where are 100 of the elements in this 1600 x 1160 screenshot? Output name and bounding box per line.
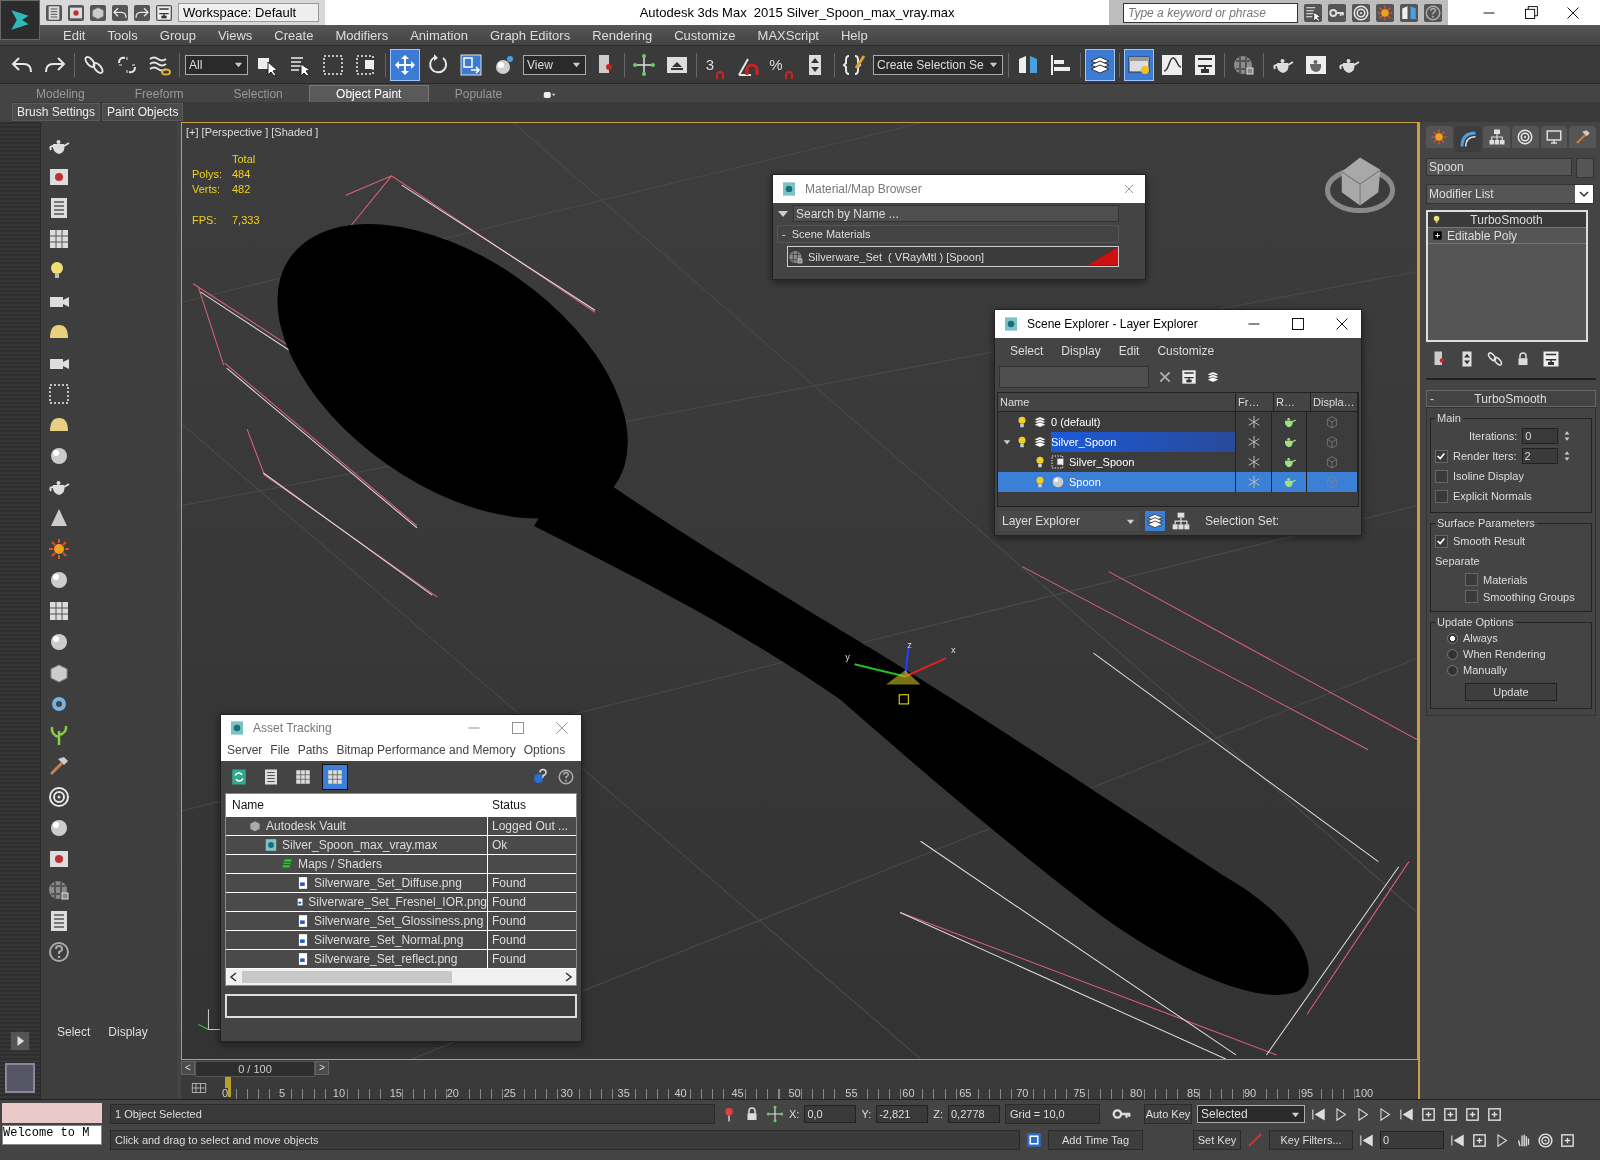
spinner-field[interactable]: 0 bbox=[1522, 428, 1559, 444]
spinner-field[interactable]: 2 bbox=[1521, 448, 1558, 464]
viewport-label[interactable]: [+] [Perspective ] [Shaded ] bbox=[186, 126, 319, 138]
asset-name[interactable]: Autodesk Vault bbox=[266, 819, 346, 833]
time-slider-track[interactable]: < 0 / 100 > bbox=[181, 1060, 1418, 1077]
ribbon-tab[interactable]: Populate bbox=[430, 85, 527, 102]
menu-item[interactable]: Bitmap Performance and Memory bbox=[332, 743, 520, 757]
frame-number: 25 bbox=[503, 1088, 516, 1099]
tree-item[interactable]: Silver_Spoon bbox=[1051, 432, 1235, 452]
menu-item[interactable]: Display bbox=[1052, 344, 1110, 358]
rollout-header[interactable]: - TurboSmooth bbox=[1426, 390, 1596, 407]
selection-set-label: Selection Set: bbox=[1205, 514, 1280, 528]
stats-header: Total bbox=[232, 153, 257, 165]
stats-value: 482 bbox=[232, 183, 252, 195]
asset-name[interactable]: Silverware_Set_Normal.png bbox=[314, 933, 464, 947]
panel-tab[interactable]: Select bbox=[57, 1025, 91, 1039]
window-title: Autodesk 3ds Max 2015 Silver_Spoon_max_vray.max bbox=[638, 5, 956, 20]
column-header[interactable]: Displa… bbox=[1311, 393, 1358, 411]
menu-item[interactable]: Rendering bbox=[581, 27, 664, 43]
menu-item[interactable]: Server bbox=[223, 743, 267, 757]
asset-name[interactable]: Silverware_Set_Fresnel_IOR.png bbox=[308, 895, 487, 909]
toolbar-dropdown[interactable]: View bbox=[523, 54, 586, 75]
auto-key-button[interactable]: Auto Key bbox=[1144, 1104, 1192, 1124]
current-frame-field[interactable]: 0 bbox=[1380, 1131, 1444, 1149]
asset-name[interactable]: Silverware_Set_Diffuse.png bbox=[314, 876, 462, 890]
modifier-stack-item[interactable]: Editable Poly bbox=[1428, 228, 1586, 244]
toolbar-dropdown[interactable]: All bbox=[185, 54, 248, 75]
menu-item[interactable]: Views bbox=[206, 27, 264, 43]
asset-status: Found bbox=[492, 895, 527, 909]
coordinate-label: Z: bbox=[933, 1108, 943, 1120]
column-header[interactable]: Name bbox=[226, 798, 488, 812]
asset-name[interactable]: Maps / Shaders bbox=[298, 857, 383, 871]
column-header[interactable]: Fr… bbox=[1236, 393, 1274, 411]
coordinate-field[interactable]: 0,2778 bbox=[948, 1105, 1000, 1123]
column-header[interactable]: Name bbox=[998, 393, 1236, 411]
menu-item[interactable]: Paths bbox=[293, 743, 333, 757]
frame-number: 40 bbox=[674, 1088, 687, 1099]
tree-item[interactable]: Silver_Spoon bbox=[1069, 452, 1235, 472]
menu-item[interactable]: Tools bbox=[96, 27, 149, 43]
menu-item[interactable]: Help bbox=[830, 27, 879, 43]
object-name-field[interactable]: Spoon bbox=[1426, 158, 1572, 176]
menu-item[interactable]: Group bbox=[148, 27, 207, 43]
checkbox-label: Materials bbox=[1483, 573, 1528, 586]
explorer-mode-dropdown[interactable]: Layer Explorer bbox=[999, 511, 1139, 531]
toolbar-dropdown[interactable]: Create Selection Se bbox=[873, 54, 1003, 75]
panel-tab[interactable]: Display bbox=[108, 1025, 148, 1039]
modifier-list-dropdown[interactable]: Modifier List bbox=[1426, 184, 1594, 204]
next-frame-button[interactable]: > bbox=[315, 1061, 329, 1075]
material-list-item[interactable]: Silverware_Set ( VRayMtl ) [Spoon] bbox=[787, 246, 1119, 267]
frame-number: 50 bbox=[788, 1088, 801, 1099]
menu-item[interactable]: Graph Editors bbox=[478, 27, 582, 43]
selection-status: 1 Object Selected bbox=[110, 1104, 715, 1124]
menu-item[interactable]: MAXScript bbox=[746, 27, 830, 43]
material-group-header[interactable]: - Scene Materials bbox=[777, 225, 1119, 243]
column-header[interactable]: R… bbox=[1274, 393, 1311, 411]
menu-item[interactable]: File bbox=[266, 743, 294, 757]
modifier-stack-item[interactable]: TurboSmooth bbox=[1428, 212, 1586, 228]
asset-name[interactable]: Silverware_Set_Glossiness.png bbox=[314, 914, 484, 928]
search-field[interactable]: Type a keyword or phrase bbox=[1123, 2, 1298, 23]
column-header[interactable]: Status bbox=[488, 798, 576, 812]
group-title: Main bbox=[1436, 412, 1462, 424]
update-button[interactable]: Update bbox=[1465, 683, 1557, 701]
menu-item[interactable]: Select bbox=[1001, 344, 1053, 358]
maxscript-listener-field[interactable]: Welcome to M bbox=[2, 1125, 102, 1145]
window-title: Asset Tracking bbox=[253, 721, 333, 735]
workspace-dropdown[interactable]: Workspace: Default bbox=[178, 3, 320, 22]
coordinate-field[interactable]: 0,0 bbox=[804, 1105, 857, 1123]
stats-value: 484 bbox=[232, 168, 252, 180]
previous-frame-button[interactable]: < bbox=[181, 1061, 195, 1075]
ribbon-tab[interactable]: Modeling bbox=[12, 85, 109, 102]
menu-item[interactable]: Options bbox=[519, 743, 570, 757]
time-slider-thumb[interactable]: 0 / 100 bbox=[195, 1061, 315, 1077]
search-field[interactable]: Search by Name ... bbox=[793, 205, 1119, 222]
ribbon-tab[interactable]: Selection bbox=[209, 85, 307, 102]
menu-item[interactable]: Edit bbox=[52, 27, 97, 43]
menu-item[interactable]: Edit bbox=[1109, 344, 1149, 358]
menu-item[interactable]: Animation bbox=[399, 27, 479, 43]
axis-label: z bbox=[907, 639, 912, 650]
frame-number: 30 bbox=[560, 1088, 573, 1099]
ribbon-panel-button[interactable]: Brush Settings bbox=[12, 103, 101, 121]
coordinate-label: X: bbox=[789, 1108, 800, 1120]
snap-toggle-button[interactable]: % bbox=[768, 49, 796, 80]
key-filters-button[interactable]: Key Filters... bbox=[1269, 1130, 1353, 1150]
menu-item[interactable]: Customize bbox=[663, 27, 747, 43]
snap-toggle-button[interactable]: 3 bbox=[702, 49, 730, 80]
menu-item[interactable]: Create bbox=[263, 27, 325, 43]
asset-name[interactable]: Silverware_Set_reflect.png bbox=[314, 952, 458, 966]
frame-number: 80 bbox=[1130, 1088, 1143, 1099]
menu-item[interactable]: Modifiers bbox=[324, 27, 400, 43]
menu-item[interactable]: Customize bbox=[1148, 344, 1224, 358]
set-key-button[interactable]: Set Key bbox=[1193, 1130, 1241, 1150]
frame-number: 65 bbox=[959, 1088, 972, 1099]
asset-name[interactable]: Silver_Spoon_max_vray.max bbox=[282, 838, 438, 852]
group-title: Update Options bbox=[1436, 616, 1515, 628]
coordinate-field[interactable]: -2,821 bbox=[876, 1105, 929, 1123]
ribbon-panel-button[interactable]: Paint Objects bbox=[102, 103, 184, 121]
key-mode-dropdown[interactable]: Selected bbox=[1197, 1105, 1305, 1123]
ribbon-tab[interactable]: Object Paint bbox=[308, 85, 429, 102]
tree-item[interactable]: 0 (default) bbox=[1051, 412, 1235, 432]
add-time-tag-button[interactable]: Add Time Tag bbox=[1048, 1130, 1143, 1150]
